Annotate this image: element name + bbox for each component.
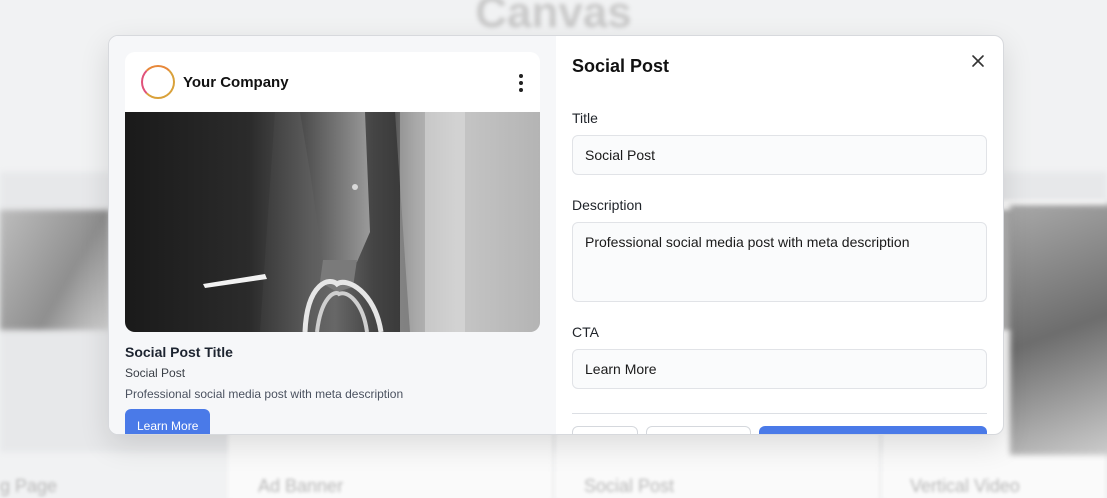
footer-button[interactable] [572,426,638,434]
post-cta-button[interactable]: Learn More [125,409,211,434]
post-meta: Social Post Title Social Post Profession… [125,332,540,434]
description-label: Description [572,197,643,213]
cta-input[interactable] [572,349,987,389]
background-card-label: Ad Banner [258,476,344,496]
footer-button[interactable] [646,426,751,434]
post-preview-pane: Your Company Social Post Title Social Po… [109,36,556,434]
canvas-heading: Canvas [475,0,632,37]
more-vertical-icon[interactable] [516,74,526,92]
post-image [125,112,540,332]
post-preview-card: Your Company [125,52,540,332]
close-icon[interactable] [969,52,987,70]
description-textarea[interactable]: Professional social media post with meta… [572,222,987,302]
post-edit-form: Social Post Title Description Profession… [556,36,1003,434]
primary-action-button[interactable] [759,426,987,434]
post-description: Professional social media post with meta… [125,387,404,401]
company-avatar [141,65,175,99]
social-post-modal: Your Company Social Post Title Social Po… [108,35,1004,435]
background-card-label: Social Post [584,476,675,496]
post-image-artwork [203,112,540,332]
background-thumbnail [1010,205,1107,455]
title-label: Title [572,110,598,126]
form-title: Social Post [572,56,670,76]
background-thumbnail [0,210,110,330]
background-card-label: Vertical Video [910,476,1020,496]
form-divider [572,413,987,414]
background-card-label: g Page [0,476,58,496]
post-subtitle: Social Post [125,366,186,380]
company-name: Your Company [183,73,289,91]
post-title: Social Post Title [125,344,233,360]
title-input[interactable] [572,135,987,175]
cta-label: CTA [572,324,599,340]
post-header: Your Company [125,52,540,112]
